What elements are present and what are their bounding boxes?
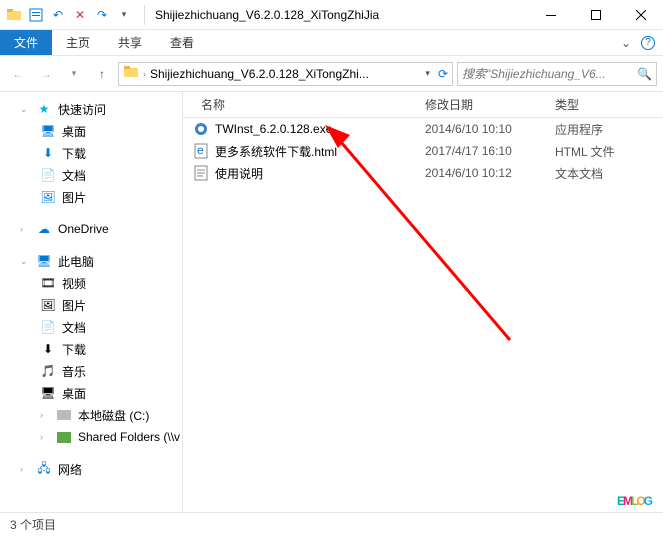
file-row[interactable]: 使用说明 2014/6/10 10:12 文本文档 [183, 162, 663, 184]
up-button[interactable]: ↑ [90, 62, 114, 86]
file-row[interactable]: e 更多系统软件下载.html 2017/4/17 16:10 HTML 文件 [183, 140, 663, 162]
undo-icon[interactable]: ↶ [50, 7, 66, 23]
help-icon[interactable]: ? [641, 36, 655, 50]
qat-dropdown-icon[interactable]: ▾ [116, 7, 132, 23]
watermark: EMLOG [617, 462, 651, 517]
search-icon[interactable]: 🔍 [637, 67, 652, 81]
sidebar-item-local-disk[interactable]: ›本地磁盘 (C:) [0, 404, 182, 426]
folder-icon [6, 7, 22, 23]
html-icon: e [193, 143, 209, 159]
delete-icon[interactable]: ✕ [72, 7, 88, 23]
properties-icon[interactable] [28, 7, 44, 23]
separator [144, 5, 145, 25]
this-pc[interactable]: ⌄🖥此电脑 [0, 250, 182, 272]
column-type[interactable]: 类型 [555, 96, 645, 113]
tab-view[interactable]: 查看 [156, 30, 208, 55]
sidebar-item-desktop[interactable]: 🖥桌面 [0, 120, 182, 142]
sidebar-item-shared[interactable]: ›Shared Folders (\\v [0, 426, 182, 448]
sidebar-item-pictures-pc[interactable]: 🖼图片 [0, 294, 182, 316]
forward-button[interactable]: → [34, 62, 58, 86]
ribbon-expand-icon[interactable]: ⌄ [621, 36, 631, 50]
sidebar-item-music[interactable]: 🎵音乐 [0, 360, 182, 382]
sidebar-item-video[interactable]: 🎞视频 [0, 272, 182, 294]
navigation-pane: ⌄★快速访问 🖥桌面 ⬇下载 📄文档 🖼图片 ›☁OneDrive ⌄🖥此电脑 … [0, 92, 183, 512]
onedrive[interactable]: ›☁OneDrive [0, 218, 182, 240]
exe-icon [193, 121, 209, 137]
breadcrumb[interactable]: Shijiezhichuang_V6.2.0.128_XiTongZhi... [150, 67, 421, 81]
window-title: Shijiezhichuang_V6.2.0.128_XiTongZhiJia [151, 8, 528, 22]
network[interactable]: ›🖧网络 [0, 458, 182, 480]
search-box[interactable]: 🔍 [457, 62, 657, 86]
column-name[interactable]: 名称 [183, 96, 425, 113]
address-dropdown-icon[interactable]: ▾ [425, 68, 430, 79]
sidebar-item-pictures[interactable]: 🖼图片 [0, 186, 182, 208]
refresh-icon[interactable]: ⟳ [438, 67, 448, 81]
redo-icon[interactable]: ↷ [94, 7, 110, 23]
status-count: 3 个项目 [10, 516, 56, 533]
quick-access[interactable]: ⌄★快速访问 [0, 98, 182, 120]
sidebar-item-documents[interactable]: 📄文档 [0, 164, 182, 186]
maximize-button[interactable] [573, 0, 618, 30]
sidebar-item-desktop-pc[interactable]: 🖥桌面 [0, 382, 182, 404]
file-row[interactable]: TWInst_6.2.0.128.exe 2014/6/10 10:10 应用程… [183, 118, 663, 140]
column-headers: 名称 修改日期 类型 [183, 92, 663, 118]
folder-icon [123, 64, 139, 83]
file-tab[interactable]: 文件 [0, 30, 52, 55]
sidebar-item-downloads[interactable]: ⬇下载 [0, 142, 182, 164]
sidebar-item-documents-pc[interactable]: 📄文档 [0, 316, 182, 338]
tab-share[interactable]: 共享 [104, 30, 156, 55]
column-modified[interactable]: 修改日期 [425, 96, 555, 113]
minimize-button[interactable] [528, 0, 573, 30]
back-button[interactable]: ← [6, 62, 30, 86]
close-button[interactable] [618, 0, 663, 30]
recent-dropdown-icon[interactable]: ▾ [62, 62, 86, 86]
txt-icon [193, 165, 209, 181]
svg-text:e: e [197, 143, 204, 157]
tab-home[interactable]: 主页 [52, 30, 104, 55]
address-bar[interactable]: › Shijiezhichuang_V6.2.0.128_XiTongZhi..… [118, 62, 453, 86]
sidebar-item-downloads-pc[interactable]: ⬇下载 [0, 338, 182, 360]
search-input[interactable] [462, 67, 637, 81]
